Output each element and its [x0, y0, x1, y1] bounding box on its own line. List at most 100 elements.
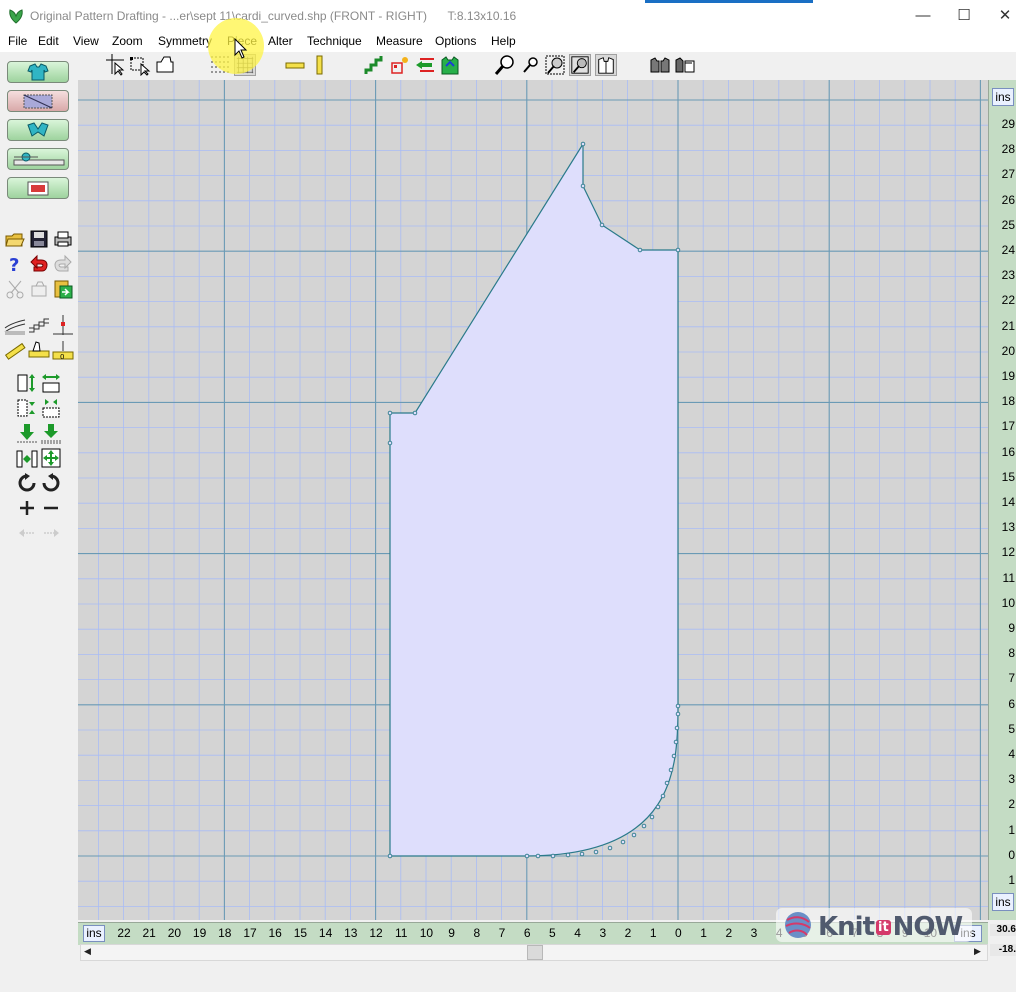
menu-options[interactable]: Options	[435, 34, 476, 48]
stair-step-icon[interactable]	[364, 54, 386, 76]
piece-vertex[interactable]	[565, 852, 571, 858]
piece-vertex[interactable]	[674, 725, 680, 731]
shrink-vertical-icon[interactable]	[16, 397, 38, 419]
piece-vertex[interactable]	[675, 703, 681, 709]
pattern-piece[interactable]	[387, 141, 681, 859]
piece-vertex[interactable]	[387, 410, 393, 416]
rotate-right-icon[interactable]	[40, 472, 62, 494]
piece-vertex[interactable]	[607, 845, 613, 851]
smooth-lines-icon[interactable]	[4, 314, 26, 336]
piece-vertex[interactable]	[671, 753, 677, 759]
menu-alter[interactable]: Alter	[268, 34, 293, 48]
tape-measure-icon[interactable]	[4, 339, 26, 361]
menu-technique[interactable]: Technique	[307, 34, 362, 48]
piece-vertex[interactable]	[524, 853, 530, 859]
move-down-dotted-icon[interactable]	[40, 422, 62, 444]
piece-vertex[interactable]	[675, 711, 681, 717]
print-preview-button[interactable]	[7, 177, 69, 199]
dot-grid-icon[interactable]	[209, 54, 231, 76]
knitting-machine-button[interactable]	[7, 148, 69, 170]
piece-vertex[interactable]	[668, 767, 674, 773]
horizontal-unit-label[interactable]: ins	[83, 925, 105, 942]
piece-vertex[interactable]	[620, 839, 626, 845]
measure-hand-icon[interactable]	[28, 339, 50, 361]
vertical-unit-label-bottom[interactable]: ins	[992, 893, 1014, 911]
piece-vertex[interactable]	[664, 780, 670, 786]
line-grid-icon[interactable]	[234, 54, 256, 76]
symmetry-pieces-button[interactable]	[7, 119, 69, 141]
shrink-horizontal-icon[interactable]	[40, 397, 62, 419]
piece-vertex[interactable]	[637, 247, 643, 253]
maximize-button[interactable]: ☐	[941, 0, 987, 32]
garment-sweater-button[interactable]	[7, 61, 69, 83]
piece-vertex[interactable]	[660, 793, 666, 799]
piece-vertex[interactable]	[655, 804, 661, 810]
piece-vertex[interactable]	[599, 222, 605, 228]
scroll-left-arrow-icon[interactable]: ◀	[84, 946, 91, 957]
menu-help[interactable]: Help	[491, 34, 516, 48]
paste-icon[interactable]	[52, 278, 74, 300]
stretch-horizontal-icon[interactable]	[40, 372, 62, 394]
horizontal-ruler-icon[interactable]	[284, 54, 306, 76]
menu-measure[interactable]: Measure	[376, 34, 423, 48]
move-down-icon[interactable]	[16, 422, 38, 444]
save-disk-icon[interactable]	[28, 228, 50, 250]
print-icon[interactable]	[52, 228, 74, 250]
menu-view[interactable]: View	[73, 34, 99, 48]
grid-and-piece[interactable]	[78, 80, 988, 920]
menu-symmetry[interactable]: Symmetry	[158, 34, 212, 48]
stretch-vertical-icon[interactable]	[16, 372, 38, 394]
piece-vertex[interactable]	[580, 141, 586, 147]
help-question-icon[interactable]: ?	[4, 253, 26, 275]
menu-edit[interactable]: Edit	[38, 34, 59, 48]
vertical-unit-label[interactable]: ins	[992, 88, 1014, 106]
zoom-page-icon[interactable]	[569, 54, 591, 76]
piece-vertex[interactable]	[387, 440, 393, 446]
move-all-icon[interactable]	[40, 447, 62, 469]
piece-vertex[interactable]	[673, 739, 679, 745]
flip-piece-icon[interactable]	[674, 54, 696, 76]
piece-vertex[interactable]	[580, 183, 586, 189]
drawing-canvas[interactable]	[78, 80, 988, 920]
undo-icon[interactable]	[28, 253, 50, 275]
piece-shape-button[interactable]	[7, 90, 69, 112]
plus-icon[interactable]	[16, 497, 38, 519]
vertical-marker-icon[interactable]	[52, 314, 74, 336]
horizontal-scrollbar[interactable]: ◀ ▶	[80, 944, 988, 961]
menu-piece[interactable]: Piece	[227, 34, 257, 48]
arrow-left-lines-icon[interactable]	[414, 54, 436, 76]
piece-vertex[interactable]	[387, 853, 393, 859]
move-sides-icon[interactable]	[16, 447, 38, 469]
piece-vertex[interactable]	[550, 853, 556, 859]
vertical-ruler-icon[interactable]	[309, 54, 331, 76]
piece-vertex[interactable]	[412, 410, 418, 416]
close-button[interactable]: ✕	[982, 0, 1016, 32]
menu-file[interactable]: File	[8, 34, 27, 48]
piece-outline-icon[interactable]	[154, 54, 176, 76]
piece-vertex[interactable]	[649, 814, 655, 820]
select-point-icon[interactable]	[129, 54, 151, 76]
select-arrow-icon[interactable]	[104, 54, 126, 76]
menu-zoom[interactable]: Zoom	[112, 34, 143, 48]
zoom-fit-icon[interactable]	[544, 54, 566, 76]
step-lines-icon[interactable]	[28, 314, 50, 336]
measure-zero-icon[interactable]: 0	[52, 339, 74, 361]
point-shape-icon[interactable]	[389, 54, 411, 76]
piece-vertex[interactable]	[641, 823, 647, 829]
piece-vertex[interactable]	[535, 853, 541, 859]
piece-vertex[interactable]	[631, 832, 637, 838]
rotate-left-icon[interactable]	[16, 472, 38, 494]
zoom-small-icon[interactable]	[519, 54, 541, 76]
piece-vertex[interactable]	[675, 247, 681, 253]
scrollbar-thumb[interactable]	[527, 945, 543, 960]
scroll-right-arrow-icon[interactable]: ▶	[974, 946, 981, 957]
split-piece-icon[interactable]	[649, 54, 671, 76]
zoom-magnifier-icon[interactable]	[494, 54, 516, 76]
garment-overlay-icon[interactable]	[439, 54, 461, 76]
minimize-button[interactable]: —	[900, 0, 946, 32]
piece-vertex[interactable]	[593, 849, 599, 855]
open-folder-icon[interactable]	[4, 228, 26, 250]
garment-pattern-icon[interactable]	[595, 54, 617, 76]
piece-vertex[interactable]	[579, 851, 585, 857]
minus-icon[interactable]	[40, 497, 62, 519]
